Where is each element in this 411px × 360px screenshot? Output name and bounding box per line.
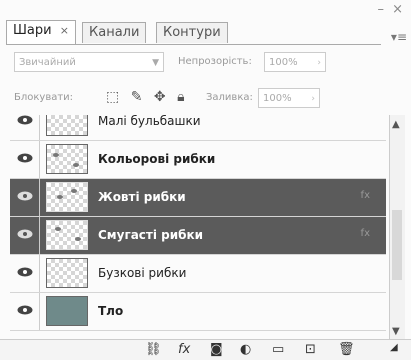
layers-list: Малі бульбашки Кольорові рибки Жовті риб… (10, 115, 386, 340)
close-icon[interactable]: × (60, 24, 69, 37)
fill-value: 100% (263, 93, 292, 104)
eye-icon (17, 115, 33, 125)
visibility-toggle[interactable] (10, 293, 40, 330)
layer-name: Смугасті рибки (98, 228, 204, 242)
tab-channels-label: Канали (89, 25, 140, 40)
scrollbar-thumb[interactable] (392, 210, 402, 280)
visibility-toggle[interactable] (10, 255, 40, 292)
blend-mode-select[interactable]: Звичайний ▼ (14, 52, 164, 72)
bottom-toolbar: ⛓ fx ◙ ◐ ▭ ⊡ 🗑︎ ◢ (0, 339, 411, 360)
tab-paths-label: Контури (163, 25, 221, 40)
eye-icon (17, 305, 33, 315)
chevron-down-icon[interactable]: ▼ (392, 326, 400, 337)
layer-name: Малі бульбашки (98, 115, 201, 128)
resize-grip-icon[interactable]: ◢ (390, 342, 398, 353)
lock-row: Блокувати: ⬚ ✎ ✥ 🔒︎ Заливка: 100% › (8, 88, 403, 110)
fill-field[interactable]: 100% › (258, 88, 320, 108)
layer-row[interactable]: Малі бульбашки (10, 115, 386, 141)
chevron-up-icon[interactable]: ▲ (392, 119, 400, 130)
lock-icons: ⬚ ✎ ✥ 🔒︎ (106, 89, 190, 105)
move-icon[interactable]: ✥ (154, 89, 168, 105)
lock-icon[interactable]: 🔒︎ (177, 89, 186, 105)
layer-name: Кольорові рибки (98, 152, 216, 166)
layer-row[interactable]: Кольорові рибки (10, 141, 386, 179)
tab-bar: Шари × Канали Контури (6, 18, 381, 45)
blend-mode-value: Звичайний (19, 57, 76, 68)
layer-thumbnail (46, 296, 88, 326)
layer-row[interactable]: Тло (10, 293, 386, 331)
fill-label: Заливка: (206, 92, 253, 103)
brush-icon[interactable]: ✎ (131, 89, 145, 105)
eye-icon (17, 191, 33, 201)
tab-layers[interactable]: Шари × (6, 20, 76, 44)
blend-row: Звичайний ▼ Непрозорість: 100% › (8, 52, 403, 74)
tab-channels[interactable]: Канали (82, 22, 147, 43)
chevron-right-icon: › (317, 58, 321, 68)
layer-name: Тло (98, 304, 124, 318)
layer-name: Жовті рибки (98, 190, 186, 204)
visibility-toggle[interactable] (10, 179, 40, 216)
tab-paths[interactable]: Контури (156, 22, 228, 43)
trash-icon[interactable]: 🗑︎ (338, 342, 355, 357)
panel-menu-icon[interactable]: ▾≡ (391, 30, 407, 44)
window-controls[interactable]: – × (377, 2, 405, 17)
opacity-field[interactable]: 100% › (264, 52, 326, 72)
visibility-toggle[interactable] (10, 217, 40, 254)
folder-icon[interactable]: ▭ (272, 342, 284, 357)
mask-icon[interactable]: ◙ (210, 342, 223, 357)
layers-panel: – × ▾≡ Шари × Канали Контури Звичайний ▼… (0, 0, 411, 360)
eye-icon (17, 153, 33, 163)
visibility-toggle[interactable] (10, 141, 40, 178)
scrollbar[interactable]: ▲ ▼ (389, 115, 405, 340)
eye-icon (17, 229, 33, 239)
fx-icon[interactable]: fx (178, 342, 190, 357)
layer-thumbnail (46, 258, 88, 288)
layer-row[interactable]: Жовті рибки fx (10, 179, 386, 217)
adjustment-icon[interactable]: ◐ (240, 342, 251, 357)
layer-thumbnail (46, 144, 88, 174)
layer-row[interactable]: Смугасті рибки fx (10, 217, 386, 255)
layer-row[interactable]: Бузкові рибки (10, 255, 386, 293)
lock-transparency-icon[interactable]: ⬚ (106, 89, 121, 105)
eye-icon (17, 267, 33, 277)
chevron-right-icon: › (311, 94, 315, 104)
layer-thumbnail (46, 182, 88, 212)
opacity-value: 100% (269, 57, 298, 68)
link-icon[interactable]: ⛓ (145, 342, 162, 357)
tab-layers-label: Шари (13, 23, 52, 38)
fx-icon[interactable]: fx (361, 190, 370, 201)
opacity-label: Непрозорість: (178, 56, 252, 67)
new-layer-icon[interactable]: ⊡ (305, 342, 316, 357)
lock-label: Блокувати: (14, 92, 74, 103)
layer-thumbnail (46, 220, 88, 250)
layer-thumbnail (46, 115, 88, 136)
visibility-toggle[interactable] (10, 115, 40, 140)
chevron-down-icon: ▼ (152, 58, 159, 68)
fx-icon[interactable]: fx (361, 228, 370, 239)
layer-name: Бузкові рибки (98, 266, 187, 280)
